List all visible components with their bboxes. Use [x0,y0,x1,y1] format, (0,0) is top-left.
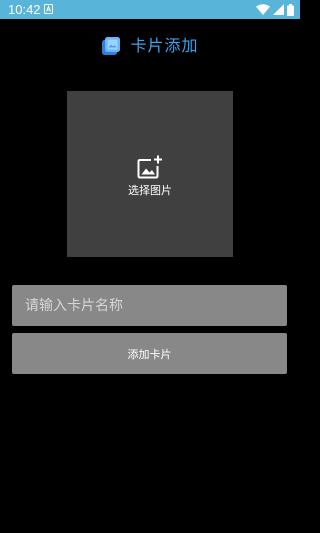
status-bar: 10:42 [0,0,300,19]
card-name-field [12,285,287,326]
add-photo-icon [137,155,162,178]
image-picker-label: 选择图片 [128,183,172,197]
status-time: 10:42 [8,2,41,17]
screen: 10:42 卡片添加 选择图片 请输入卡片名称 添加卡片 [0,0,300,533]
wifi-icon [256,4,270,15]
cards-logo-icon [102,37,121,55]
add-card-button[interactable]: 添加卡片 [12,333,287,374]
status-icons [256,3,294,16]
image-picker[interactable]: 选择图片 [67,91,233,257]
battery-icon [287,3,294,16]
card-name-input[interactable] [12,285,287,326]
app-header: 卡片添加 [0,32,300,60]
signal-icon [273,4,284,15]
page-title: 卡片添加 [130,36,199,55]
notification-icon [44,4,53,14]
